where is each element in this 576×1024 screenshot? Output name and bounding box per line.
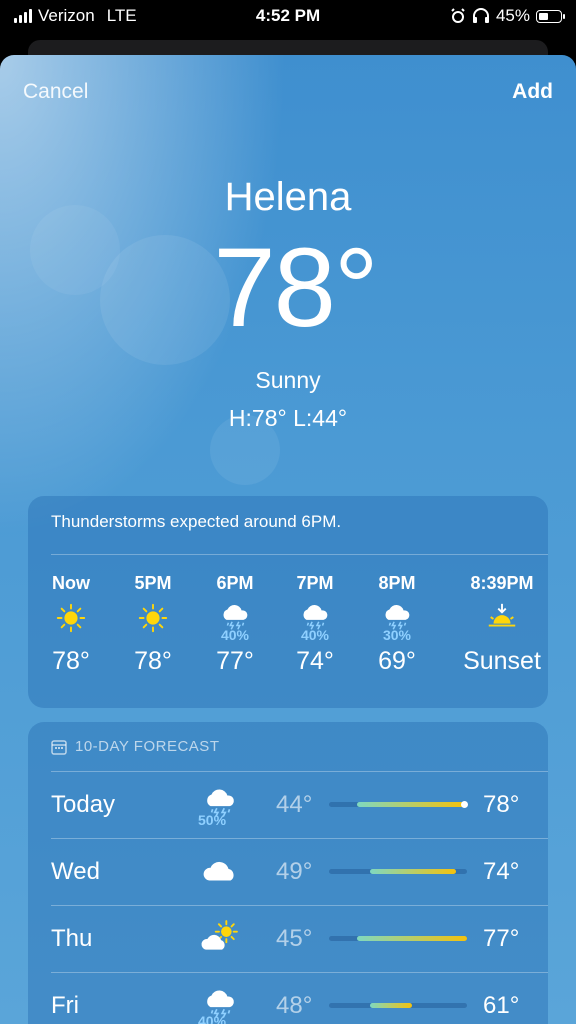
hourly-precip: 40% [220,627,250,643]
forecast-summary: Thunderstorms expected around 6PM. [51,512,342,531]
forecast-day-row[interactable]: Thu 45° 77° [51,905,548,971]
add-button[interactable]: Add [512,80,553,104]
hourly-time: 7PM [296,573,334,593]
hourly-forecast-card[interactable]: Thunderstorms expected around 6PM. Now 7… [28,496,548,708]
headphones-icon [472,8,489,23]
current-condition: Sunny [255,367,321,393]
hourly-item: 8PM 30% 69° [352,573,442,676]
forecast-low: 48° [276,992,313,1019]
forecast-day: Wed [51,858,100,885]
partly-cloudy-icon [201,919,241,959]
forecast-high: 74° [483,858,520,885]
weather-sheet: Cancel Add Helena 78° Sunny H:78° L:44° … [0,55,576,1024]
forecast-day: Thu [51,925,93,952]
city-name: Helena [224,175,352,219]
forecast-precip: 50% [198,812,227,828]
forecast-low: 44° [276,791,313,818]
ten-day-title: 10-DAY FORECAST [75,738,220,755]
current-temp-marker [461,801,469,808]
hourly-precip: 30% [382,627,412,643]
current-temperature: 78° [213,225,378,350]
hourly-value: 78° [134,647,172,675]
forecast-day: Today [51,791,116,818]
sun-icon [136,601,170,640]
hourly-precip: 40% [300,627,330,643]
forecast-day-row[interactable]: Fri 40% 48° 61° [51,972,548,1024]
forecast-day: Fri [51,992,79,1019]
forecast-day-row[interactable]: Today 50% 44° 78° [51,771,548,837]
temperature-range-bar [329,1003,467,1008]
hourly-value: 69° [378,647,416,675]
hourly-value: Sunset [463,647,541,675]
high-low: H:78° L:44° [228,405,348,431]
temperature-range-bar [329,869,467,874]
hourly-time: 6PM [216,573,254,593]
hourly-time: Now [52,573,90,593]
divider [51,905,548,906]
ten-day-header: 10-DAY FORECAST [51,738,219,755]
hourly-time: 5PM [134,573,172,593]
forecast-precip: 40% [198,1013,227,1024]
forecast-high: 61° [483,992,520,1019]
temperature-range-bar [329,801,469,808]
temperature-range-fill [370,869,456,874]
forecast-low: 49° [276,858,313,885]
hourly-item: 5PM 78° [108,573,198,676]
ten-day-forecast-card[interactable]: 10-DAY FORECAST Today 50% 44° 78° Wed 49… [28,722,548,1024]
cloud-icon [201,852,241,892]
divider [51,972,548,973]
divider [51,554,548,555]
forecast-day-row[interactable]: Wed 49° 74° [51,838,548,904]
sun-icon [54,601,88,640]
hourly-time: 8PM [378,573,416,593]
hourly-item: 8:39PM Sunset [456,573,548,676]
sunset-icon [485,601,519,640]
temperature-range-fill [356,802,465,807]
cancel-button[interactable]: Cancel [23,80,88,104]
status-bar: Verizon LTE 4:52 PM 45% [0,0,576,32]
battery-percent: 45% [495,6,530,25]
temperature-range-fill [356,936,467,941]
forecast-high: 78° [483,791,520,818]
hourly-item: 6PM 40% 77° [190,573,280,676]
hourly-time: 8:39PM [470,573,534,593]
forecast-low: 45° [276,925,313,952]
forecast-high: 77° [483,925,520,952]
hourly-value: 78° [52,647,90,675]
alarm-icon [451,8,465,23]
hourly-item: Now 78° [26,573,116,676]
hourly-item: 7PM 40% 74° [270,573,360,676]
status-right: 45% [450,6,565,26]
temperature-range-bar [329,936,467,941]
divider [51,771,548,772]
divider [51,838,548,839]
temperature-range-fill [370,1003,412,1008]
hourly-value: 74° [296,647,334,675]
battery-icon [536,9,565,23]
battery-fill [539,12,548,20]
hourly-value: 77° [216,647,254,675]
calendar-icon [51,739,67,755]
